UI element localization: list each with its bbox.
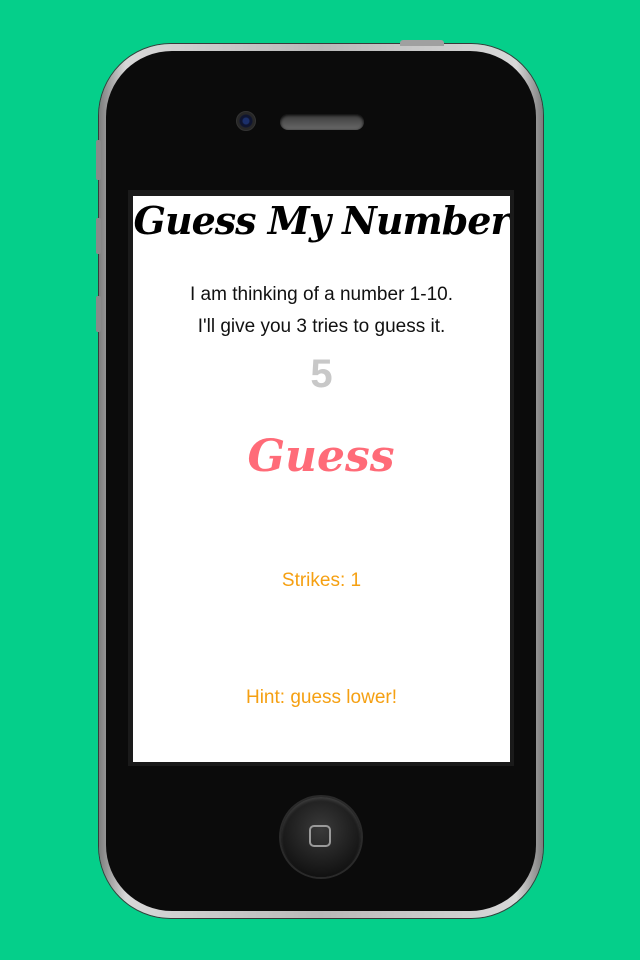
guess-button[interactable]: Guess [221, 424, 421, 488]
app-screen: Guess My Number I am thinking of a numbe… [133, 196, 510, 762]
hint-label: Hint: guess lower! [245, 687, 397, 708]
camera-icon [236, 111, 256, 131]
volume-down-button[interactable] [96, 296, 101, 332]
strikes-label: Strikes: 1 [281, 570, 362, 591]
number-display[interactable]: 5 [133, 352, 510, 397]
volume-up-button[interactable] [96, 218, 101, 254]
power-button[interactable] [400, 40, 444, 46]
mute-switch[interactable] [96, 140, 101, 180]
speaker-icon [280, 114, 364, 130]
instructions-line-2: I'll give you 3 tries to guess it. [197, 316, 446, 337]
app-title: Guess My Number [133, 198, 511, 243]
home-square-icon [309, 825, 331, 847]
home-button-icon[interactable] [281, 797, 361, 877]
instructions-line-1: I am thinking of a number 1-10. [190, 284, 453, 305]
